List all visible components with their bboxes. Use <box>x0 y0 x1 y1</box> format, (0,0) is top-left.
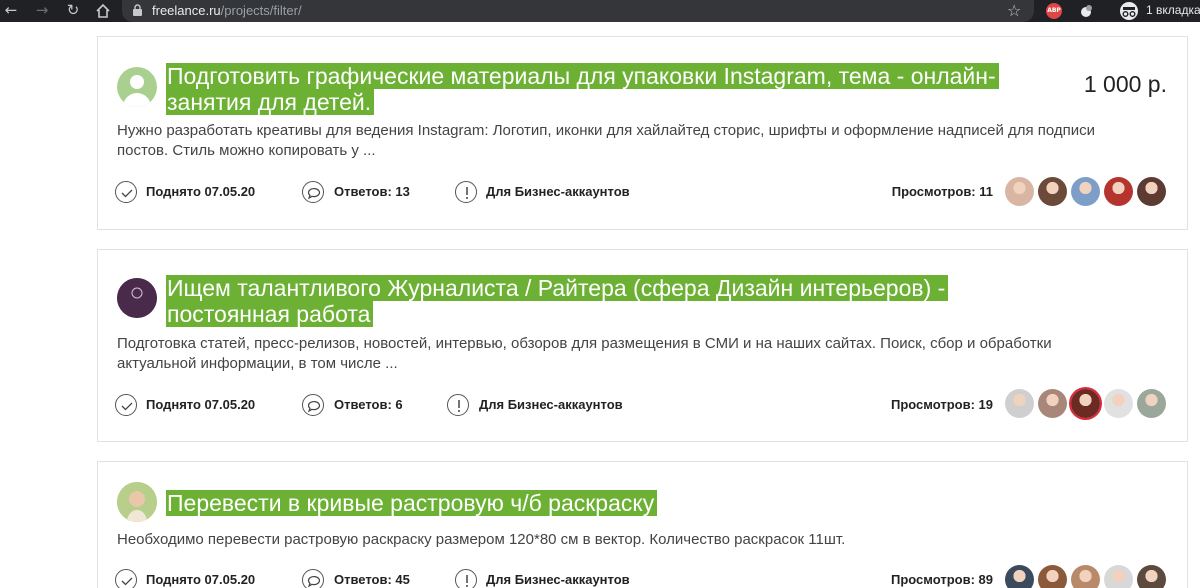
avatar <box>117 278 157 318</box>
back-button[interactable]: ← <box>0 0 22 22</box>
reload-icon: ↻ <box>66 1 80 19</box>
speech-bubble-icon <box>302 181 324 203</box>
project-description: Подготовка статей, пресс-релизов, новост… <box>117 335 1052 372</box>
viewer-avatar[interactable] <box>1137 177 1166 206</box>
check-circle-icon <box>115 394 137 416</box>
project-price: 1 000 р. <box>1083 71 1167 97</box>
lock-icon <box>133 4 142 16</box>
forward-button[interactable]: → <box>31 0 53 22</box>
views-count: Просмотров: 11 <box>891 184 993 199</box>
exclamation-circle-icon <box>455 569 477 588</box>
raised-date: Поднято 07.05.20 <box>146 572 256 587</box>
abp-label: ABP <box>1047 7 1061 14</box>
business-accounts-label: Для Бизнес-аккаунтов <box>479 397 623 412</box>
project-title[interactable]: Перевести в кривые растровую ч/б раскрас… <box>166 490 1026 516</box>
check-circle-icon <box>115 569 137 588</box>
viewer-avatar[interactable] <box>1038 389 1067 418</box>
extension-icon[interactable] <box>1078 3 1094 19</box>
project-title-link[interactable]: Подготовить графические материалы для уп… <box>166 63 999 115</box>
business-accounts-label: Для Бизнес-аккаунтов <box>486 572 630 587</box>
home-icon <box>96 3 110 18</box>
views-count: Просмотров: 89 <box>891 572 993 587</box>
viewer-avatars <box>1005 565 1167 588</box>
project-description: Необходимо перевести растровую раскраску… <box>117 531 846 548</box>
viewer-avatars <box>1005 389 1167 419</box>
viewer-avatar[interactable] <box>1104 565 1133 588</box>
arrow-right-icon: → <box>35 1 49 19</box>
project-description: Нужно разработать креативы для ведения I… <box>117 122 1096 159</box>
address-bar[interactable]: freelance.ru/projects/filter/ <box>122 0 1034 22</box>
project-card: Ищем талантливого Журналиста / Райтера (… <box>97 249 1188 442</box>
speech-bubble-icon <box>302 569 324 588</box>
check-circle-icon <box>115 181 137 203</box>
incognito-icon[interactable] <box>1119 2 1139 20</box>
viewer-avatar[interactable] <box>1005 565 1034 588</box>
answers-count[interactable]: Ответов: 6 <box>334 397 403 412</box>
answers-count[interactable]: Ответов: 45 <box>334 572 410 587</box>
tab-count-label[interactable]: 1 вкладка <box>1146 3 1200 17</box>
project-card: Перевести в кривые растровую ч/б раскрас… <box>97 461 1188 588</box>
reload-button[interactable]: ↻ <box>62 0 84 22</box>
project-title-link[interactable]: Перевести в кривые растровую ч/б раскрас… <box>166 490 658 516</box>
viewer-avatar[interactable] <box>1005 389 1034 418</box>
default-user-icon <box>123 75 151 107</box>
viewer-avatar[interactable] <box>1005 177 1034 206</box>
project-card: Подготовить графические материалы для уп… <box>97 36 1188 230</box>
viewer-avatar[interactable] <box>1038 177 1067 206</box>
viewer-avatar[interactable] <box>1104 177 1133 206</box>
avatar <box>117 67 157 107</box>
exclamation-circle-icon <box>455 181 477 203</box>
business-accounts-label: Для Бизнес-аккаунтов <box>486 184 630 199</box>
adblock-extension-button[interactable]: ABP <box>1046 3 1062 19</box>
views-count: Просмотров: 19 <box>891 397 993 412</box>
viewer-avatar[interactable] <box>1104 389 1133 418</box>
browser-toolbar: ← → ↻ freelance.ru/projects/filter/ ☆ AB… <box>0 0 1200 22</box>
raised-date: Поднято 07.05.20 <box>146 397 256 412</box>
arrow-left-icon: ← <box>4 1 18 19</box>
project-title-link[interactable]: Ищем талантливого Журналиста / Райтера (… <box>166 275 949 327</box>
viewer-avatars <box>1005 177 1167 207</box>
raised-date: Поднято 07.05.20 <box>146 184 256 199</box>
url-text: freelance.ru/projects/filter/ <box>152 3 302 18</box>
user-photo-icon <box>117 482 157 522</box>
url-path: /projects/filter/ <box>220 3 302 18</box>
viewer-avatar[interactable] <box>1038 565 1067 588</box>
speech-bubble-icon <box>302 394 324 416</box>
star-icon: ☆ <box>1007 1 1022 20</box>
viewer-avatar[interactable] <box>1071 177 1100 206</box>
avatar <box>117 482 157 522</box>
url-domain: freelance.ru <box>152 3 221 18</box>
answers-count[interactable]: Ответов: 13 <box>334 184 410 199</box>
viewer-avatar[interactable] <box>1071 389 1100 418</box>
viewer-avatar[interactable] <box>1137 389 1166 418</box>
company-logo-icon <box>117 278 157 318</box>
exclamation-circle-icon <box>447 394 469 416</box>
home-button[interactable] <box>92 0 114 22</box>
viewer-avatar[interactable] <box>1071 565 1100 588</box>
viewer-avatar[interactable] <box>1137 565 1166 588</box>
project-title[interactable]: Ищем талантливого Журналиста / Райтера (… <box>166 275 1026 327</box>
bookmark-star-button[interactable]: ☆ <box>1007 0 1021 21</box>
project-title[interactable]: Подготовить графические материалы для уп… <box>166 63 1026 115</box>
